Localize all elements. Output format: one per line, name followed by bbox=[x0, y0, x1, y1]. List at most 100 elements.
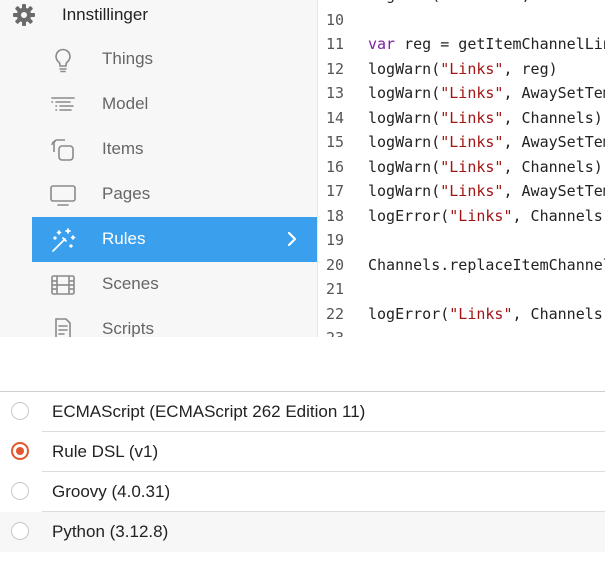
line-number: 16 bbox=[325, 157, 344, 176]
sidebar-item-rules[interactable]: Rules bbox=[32, 217, 317, 262]
settings-header[interactable]: Innstillinger bbox=[0, 0, 317, 32]
sidebar-item-model[interactable]: Model bbox=[32, 82, 317, 127]
code-line: 23 bbox=[318, 329, 605, 337]
magic-wand-icon bbox=[49, 226, 77, 254]
sidebar-item-scenes[interactable]: Scenes bbox=[32, 262, 317, 307]
sidebar-item-scripts[interactable]: Scripts bbox=[32, 307, 317, 337]
code-token: , reg) bbox=[503, 59, 558, 78]
code-token: , Channels) bbox=[512, 304, 605, 323]
language-option-python[interactable]: Python (3.12.8) bbox=[0, 512, 605, 552]
line-number: 15 bbox=[325, 133, 344, 151]
code-token: , Channels) bbox=[503, 108, 603, 127]
language-option-rule-dsl[interactable]: Rule DSL (v1) bbox=[0, 432, 605, 472]
sidebar-item-items[interactable]: Items bbox=[32, 127, 317, 172]
string-token: "Links" bbox=[449, 304, 513, 323]
code-token: Channels.replaceItemChannelLink() bbox=[368, 255, 605, 274]
code-token: logWarn( bbox=[368, 133, 441, 151]
film-icon bbox=[49, 271, 77, 299]
code-line: 18 logError("Links", Channels) bbox=[318, 207, 605, 231]
code-editor[interactable]: 9 logWarn("Actions", heaterIsOnItem) 10 11 v… bbox=[317, 0, 605, 337]
line-number: 21 bbox=[325, 280, 344, 298]
code-text: Channels.replaceItemChannelLink() bbox=[368, 256, 605, 274]
code-line: 17 logWarn("Links", AwaySetTemp) bbox=[318, 182, 605, 206]
code-token: logWarn( bbox=[368, 157, 441, 176]
code-line: 21 bbox=[318, 280, 605, 304]
sidebar-item-label: Pages bbox=[102, 184, 151, 203]
script-language-list: ECMAScript (ECMAScript 262 Edition 11) R… bbox=[0, 391, 605, 552]
sidebar-item-label: Model bbox=[102, 94, 149, 113]
code-text: logError("Links", Channels) bbox=[368, 305, 605, 323]
line-number: 23 bbox=[318, 329, 344, 337]
language-option-groovy[interactable]: Groovy (4.0.31) bbox=[0, 472, 605, 512]
code-line: 16 logWarn("Links", Channels) bbox=[318, 158, 605, 182]
code-text: logWarn("Links", AwaySetTemp) bbox=[368, 84, 605, 102]
document-icon bbox=[49, 316, 77, 337]
string-token: "Actions" bbox=[440, 0, 521, 4]
code-token: , Channels) bbox=[503, 157, 603, 176]
chevron-right-icon bbox=[283, 230, 301, 248]
language-option-label: ECMAScript (ECMAScript 262 Edition 11) bbox=[52, 402, 366, 421]
radio-button[interactable] bbox=[11, 522, 29, 540]
code-token: logWarn( bbox=[368, 108, 441, 127]
code-text: logWarn("Actions", heaterIsOnItem) bbox=[368, 0, 605, 4]
line-number: 13 bbox=[325, 84, 344, 102]
code-line: 9 logWarn("Actions", heaterIsOnItem) bbox=[318, 0, 605, 10]
line-number: 17 bbox=[325, 182, 344, 200]
code-line: 11 var reg = getItemChannelLinkRegistry() bbox=[318, 35, 605, 59]
sidebar-item-label: Items bbox=[102, 139, 144, 158]
code-token: reg = getItemChannelLinkRegistry() bbox=[404, 35, 605, 53]
code-token: , AwaySetTemp) bbox=[503, 182, 605, 200]
code-line: 12 logWarn("Links", reg) bbox=[318, 60, 605, 84]
code-text: logError("Links", Channels) bbox=[368, 207, 605, 225]
string-token: "Links" bbox=[440, 133, 504, 151]
line-number: 9 bbox=[318, 0, 344, 4]
code-line: 10 bbox=[318, 11, 605, 35]
code-text: logWarn("Links", reg) bbox=[368, 60, 558, 78]
code-text: logWarn("Links", AwaySetTemp) bbox=[368, 133, 605, 151]
code-line: 14 logWarn("Links", Channels) bbox=[318, 109, 605, 133]
radio-button[interactable] bbox=[11, 482, 29, 500]
code-token: logWarn( bbox=[368, 84, 441, 102]
monitor-icon bbox=[49, 181, 77, 209]
string-token: "Links" bbox=[440, 182, 504, 200]
radio-button[interactable] bbox=[11, 402, 29, 420]
gear-icon bbox=[12, 3, 36, 27]
sidebar-item-pages[interactable]: Pages bbox=[32, 172, 317, 217]
line-number: 19 bbox=[325, 231, 344, 249]
code-text: var reg = getItemChannelLinkRegistry() bbox=[368, 35, 605, 53]
code-token: , AwaySetTemp) bbox=[503, 133, 605, 151]
line-number: 10 bbox=[325, 10, 344, 29]
line-number: 11 bbox=[325, 35, 344, 53]
sidebar: Innstillinger Things Model Items Pages R… bbox=[0, 0, 317, 337]
language-option-ecmascript[interactable]: ECMAScript (ECMAScript 262 Edition 11) bbox=[0, 392, 605, 432]
tree-list-icon bbox=[49, 91, 77, 119]
string-token: "Links" bbox=[440, 108, 504, 127]
radio-button-selected[interactable] bbox=[11, 442, 29, 460]
sidebar-item-label: Things bbox=[102, 49, 154, 68]
code-token: , Channels) bbox=[512, 206, 605, 225]
sidebar-item-label: Scripts bbox=[102, 319, 154, 337]
sidebar-item-label: Rules bbox=[102, 229, 146, 248]
string-token: "Links" bbox=[440, 84, 504, 102]
code-line: 13 logWarn("Links", AwaySetTemp) bbox=[318, 84, 605, 108]
code-text: logWarn("Links", AwaySetTemp) bbox=[368, 182, 605, 200]
sidebar-item-label: Scenes bbox=[102, 274, 159, 293]
line-number: 20 bbox=[325, 255, 344, 274]
code-line: 22 logError("Links", Channels) bbox=[318, 305, 605, 329]
code-text: logWarn("Links", Channels) bbox=[368, 158, 603, 176]
code-token: logWarn( bbox=[368, 59, 441, 78]
code-line: 20 Channels.replaceItemChannelLink() bbox=[318, 256, 605, 280]
code-token: logError( bbox=[368, 206, 450, 225]
line-number: 22 bbox=[325, 304, 344, 323]
line-number: 18 bbox=[325, 206, 344, 225]
code-text: logWarn("Links", Channels) bbox=[368, 109, 603, 127]
keyword-token: var bbox=[368, 35, 396, 53]
code-line: 19 bbox=[318, 231, 605, 255]
code-token: logError( bbox=[368, 304, 450, 323]
code-token: , AwaySetTemp) bbox=[503, 84, 605, 102]
lightbulb-icon bbox=[49, 46, 77, 74]
code-token: logWarn( bbox=[368, 182, 441, 200]
string-token: "Links" bbox=[449, 206, 513, 225]
string-token: "Links" bbox=[440, 59, 504, 78]
sidebar-item-things[interactable]: Things bbox=[32, 37, 317, 82]
